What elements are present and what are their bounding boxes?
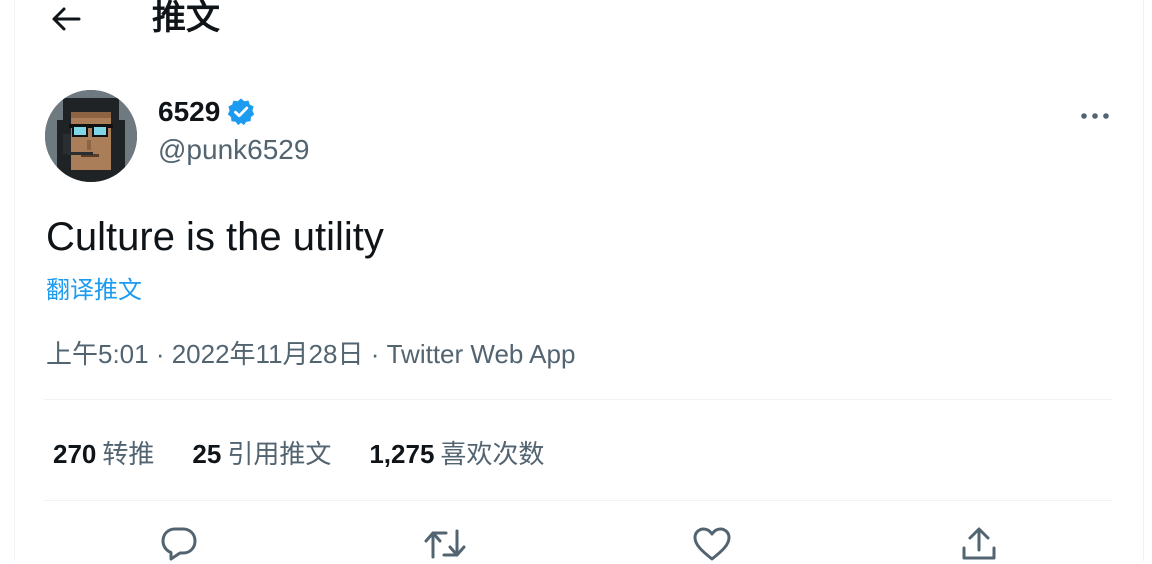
meta-separator: · — [148, 339, 172, 369]
retweet-count-label: 转推 — [102, 439, 155, 469]
author-display-name[interactable]: 6529 — [158, 96, 220, 128]
tweet-text: Culture is the utility — [46, 215, 384, 259]
quote-count-label: 引用推文 — [227, 439, 332, 469]
verified-badge-icon — [228, 98, 255, 126]
retweet-count-number: 270 — [53, 439, 97, 469]
tweet-stats: 270 转推 25 引用推文 1,275 喜欢次数 — [53, 434, 544, 471]
author-name-row: 6529 — [158, 96, 256, 128]
retweet-count[interactable]: 270 转推 — [53, 434, 154, 471]
page-title: 推文 — [152, 0, 220, 37]
share-button[interactable] — [957, 524, 1001, 564]
retweet-button[interactable] — [423, 524, 467, 564]
author-handle[interactable]: @punk6529 — [158, 134, 309, 166]
tweet-time[interactable]: 上午5:01 — [46, 339, 149, 369]
more-horizontal-icon — [1081, 113, 1109, 119]
tweet-source[interactable]: Twitter Web App — [387, 339, 576, 369]
divider — [44, 399, 1112, 400]
like-count[interactable]: 1,275 喜欢次数 — [369, 434, 544, 471]
divider — [44, 500, 1112, 501]
share-upload-icon — [962, 527, 996, 560]
quote-count[interactable]: 25 引用推文 — [192, 434, 331, 471]
like-count-label: 喜欢次数 — [440, 439, 545, 469]
back-button[interactable] — [46, 0, 86, 38]
speech-bubble-icon — [161, 527, 197, 561]
tweet-detail-column — [14, 0, 1144, 561]
like-button[interactable] — [690, 524, 734, 564]
arrow-left-icon — [52, 7, 81, 31]
translate-tweet-link[interactable]: 翻译推文 — [46, 270, 142, 305]
retweet-icon — [424, 529, 466, 559]
more-options-button[interactable] — [1074, 98, 1116, 134]
heart-icon — [693, 527, 731, 561]
tweet-date[interactable]: 2022年11月28日 — [172, 339, 364, 369]
avatar[interactable] — [45, 90, 137, 182]
punk-avatar-image — [45, 90, 137, 182]
reply-button[interactable] — [157, 524, 201, 564]
quote-count-number: 25 — [192, 439, 222, 469]
meta-separator: · — [363, 339, 387, 369]
like-count-number: 1,275 — [369, 439, 435, 469]
tweet-meta: 上午5:01 · 2022年11月28日 · Twitter Web App — [46, 334, 575, 371]
